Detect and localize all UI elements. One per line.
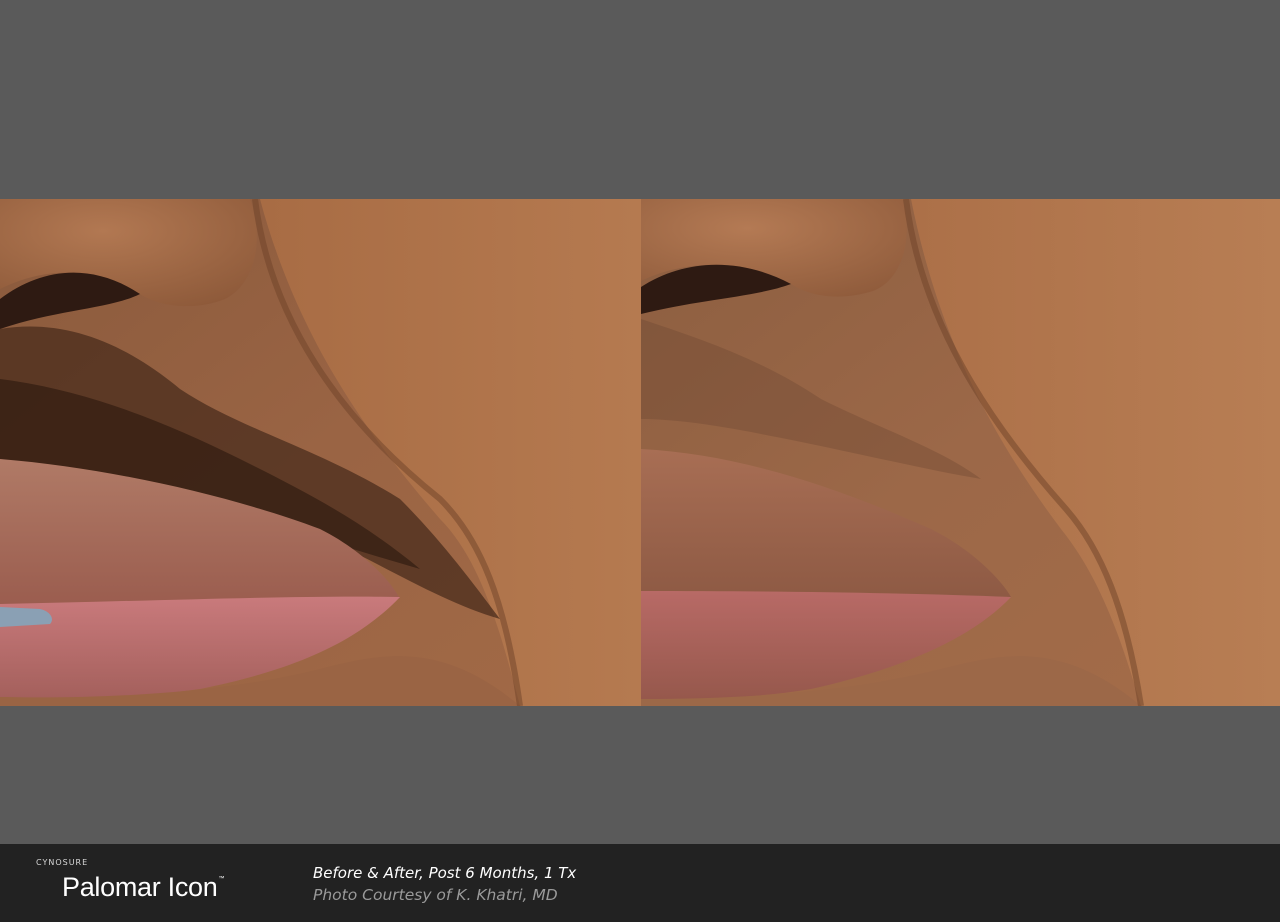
caption-credit: Photo Courtesy of K. Khatri, MD: [313, 886, 558, 904]
brand-small-text: CYNOSURE: [36, 858, 89, 867]
trademark-symbol: ™: [218, 876, 225, 882]
after-photo-image: [641, 199, 1280, 706]
caption: Before & After, Post 6 Months, 1 Tx Phot…: [313, 862, 576, 906]
brand-logo: CYNOSURE Palomar Icon™: [36, 858, 224, 902]
slide: CYNOSURE Palomar Icon™ Before & After, P…: [0, 0, 1280, 922]
footer-bar: CYNOSURE Palomar Icon™ Before & After, P…: [0, 844, 1280, 922]
before-after-photos: [0, 199, 1280, 706]
after-photo: [641, 199, 1280, 706]
brand-name: Palomar Icon: [62, 872, 218, 902]
brand-main-text: Palomar Icon™: [62, 872, 224, 903]
before-photo-image: [0, 199, 641, 706]
caption-treatment: Before & After, Post 6 Months, 1 Tx: [313, 864, 577, 882]
before-photo: [0, 199, 641, 706]
